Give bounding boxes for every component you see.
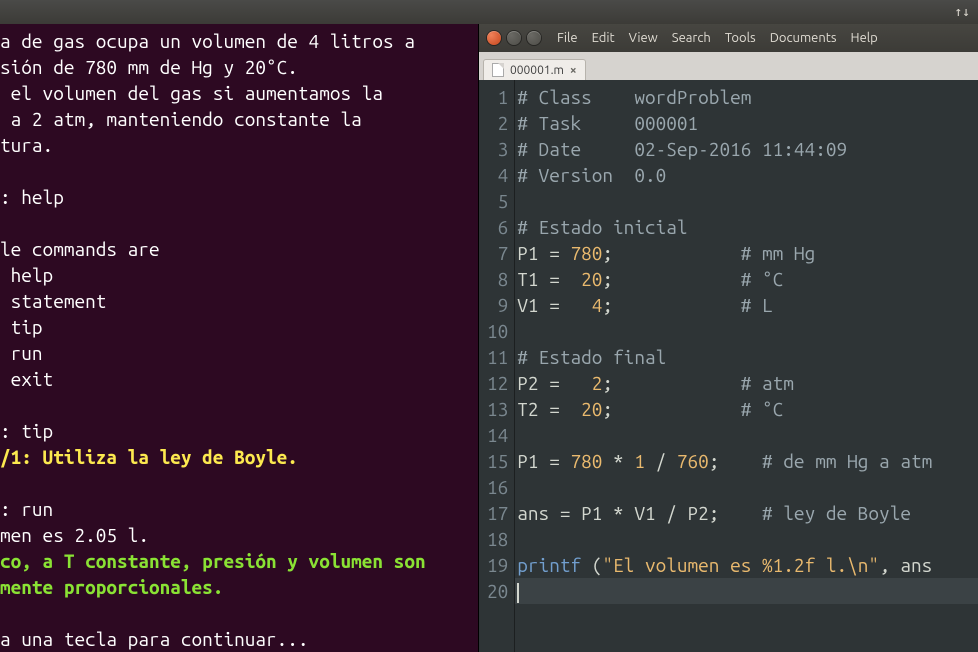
line-number: 12 xyxy=(487,370,508,396)
menu-tools[interactable]: Tools xyxy=(725,31,756,45)
terminal-line xyxy=(0,600,478,626)
terminal-line: tura. xyxy=(0,132,478,158)
terminal-line: : help xyxy=(0,184,478,210)
line-number: 4 xyxy=(487,162,508,188)
terminal-line xyxy=(0,392,478,418)
code-line: P1 = 780 * 1 / 760; # de mm Hg a atm xyxy=(517,448,978,474)
code-content[interactable]: # Class wordProblem# Task 000001# Date 0… xyxy=(515,80,978,652)
terminal-line xyxy=(0,210,478,236)
code-line xyxy=(517,474,978,500)
code-line xyxy=(517,188,978,214)
line-number: 8 xyxy=(487,266,508,292)
line-number: 16 xyxy=(487,474,508,500)
code-line: ans = P1 * V1 / P2; # ley de Boyle xyxy=(517,500,978,526)
editor-window: File Edit View Search Tools Documents Help 000… xyxy=(478,24,978,652)
terminal-line: a una tecla para continuar... xyxy=(0,626,478,652)
menu-documents[interactable]: Documents xyxy=(770,31,837,45)
code-line xyxy=(517,578,978,604)
line-number: 18 xyxy=(487,526,508,552)
line-number: 11 xyxy=(487,344,508,370)
editor-tabbar: 000001.m × xyxy=(479,52,978,80)
editor-menu: File Edit View Search Tools Documents Help xyxy=(557,31,878,45)
code-line xyxy=(517,526,978,552)
code-line: # Class wordProblem xyxy=(517,84,978,110)
menu-file[interactable]: File xyxy=(557,31,578,45)
code-line: V1 = 4; # L xyxy=(517,292,978,318)
terminal-line: help xyxy=(0,262,478,288)
terminal-line: co, a T constante, presión y volumen son xyxy=(0,548,478,574)
code-line: P2 = 2; # atm xyxy=(517,370,978,396)
maximize-icon[interactable] xyxy=(527,31,541,45)
terminal-line: statement xyxy=(0,288,478,314)
line-number: 10 xyxy=(487,318,508,344)
terminal-line: mente proporcionales. xyxy=(0,574,478,600)
document-icon xyxy=(492,63,504,77)
terminal-line: exit xyxy=(0,366,478,392)
line-number: 1 xyxy=(487,84,508,110)
network-indicator-icon[interactable]: ↑↓ xyxy=(954,5,970,20)
terminal-line: le commands are xyxy=(0,236,478,262)
code-line: # Date 02-Sep-2016 11:44:09 xyxy=(517,136,978,162)
code-line xyxy=(517,318,978,344)
tab-label: 000001.m xyxy=(510,64,564,77)
code-line: P1 = 780; # mm Hg xyxy=(517,240,978,266)
terminal-line: men es 2.05 l. xyxy=(0,522,478,548)
code-line: T2 = 20; # °C xyxy=(517,396,978,422)
line-number: 19 xyxy=(487,552,508,578)
line-number: 20 xyxy=(487,578,508,604)
line-number: 17 xyxy=(487,500,508,526)
top-panel: ↑↓ xyxy=(0,0,978,24)
menu-search[interactable]: Search xyxy=(672,31,711,45)
code-line: # Estado inicial xyxy=(517,214,978,240)
line-number: 9 xyxy=(487,292,508,318)
terminal-window[interactable]: a de gas ocupa un volumen de 4 litros as… xyxy=(0,24,478,652)
terminal-line xyxy=(0,470,478,496)
code-line: printf ("El volumen es %1.2f l.\n", ans xyxy=(517,552,978,578)
code-line: T1 = 20; # °C xyxy=(517,266,978,292)
menu-help[interactable]: Help xyxy=(851,31,878,45)
line-number: 6 xyxy=(487,214,508,240)
line-number-gutter: 1234567891011121314151617181920 xyxy=(479,80,515,652)
terminal-line: : run xyxy=(0,496,478,522)
line-number: 7 xyxy=(487,240,508,266)
line-number: 15 xyxy=(487,448,508,474)
terminal-line: tip xyxy=(0,314,478,340)
tab-close-icon[interactable]: × xyxy=(570,64,577,77)
line-number: 14 xyxy=(487,422,508,448)
terminal-line: a de gas ocupa un volumen de 4 litros a xyxy=(0,28,478,54)
editor-titlebar[interactable]: File Edit View Search Tools Documents Help xyxy=(479,24,978,52)
terminal-line: run xyxy=(0,340,478,366)
code-line: # Estado final xyxy=(517,344,978,370)
line-number: 3 xyxy=(487,136,508,162)
menu-view[interactable]: View xyxy=(629,31,658,45)
minimize-icon[interactable] xyxy=(507,31,521,45)
line-number: 13 xyxy=(487,396,508,422)
tab-000001[interactable]: 000001.m × xyxy=(483,59,586,80)
terminal-line: el volumen del gas si aumentamos la xyxy=(0,80,478,106)
terminal-line: : tip xyxy=(0,418,478,444)
close-icon[interactable] xyxy=(487,31,501,45)
terminal-line: /1: Utiliza la ley de Boyle. xyxy=(0,444,478,470)
menu-edit[interactable]: Edit xyxy=(592,31,615,45)
code-line: # Version 0.0 xyxy=(517,162,978,188)
terminal-line: a 2 atm, manteniendo constante la xyxy=(0,106,478,132)
line-number: 5 xyxy=(487,188,508,214)
code-line xyxy=(517,422,978,448)
line-number: 2 xyxy=(487,110,508,136)
code-area[interactable]: 1234567891011121314151617181920 # Class … xyxy=(479,80,978,652)
caret-icon xyxy=(517,583,519,603)
terminal-line xyxy=(0,158,478,184)
code-line: # Task 000001 xyxy=(517,110,978,136)
terminal-line: sión de 780 mm de Hg y 20°C. xyxy=(0,54,478,80)
